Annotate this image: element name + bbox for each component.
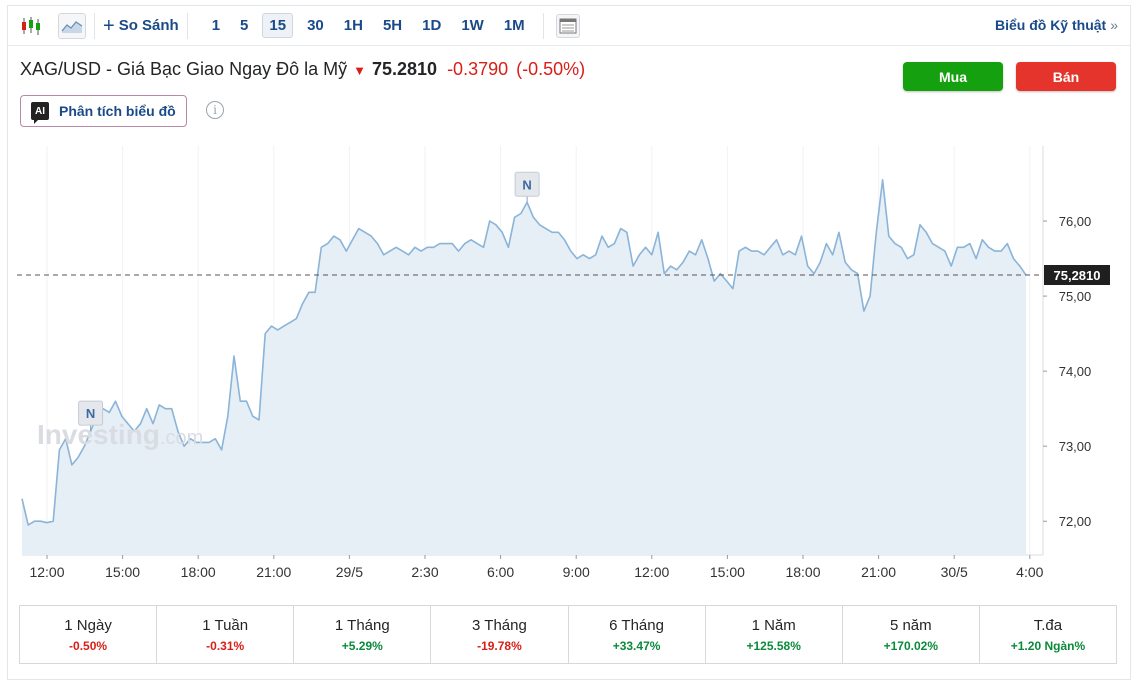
instrument-header: XAG/USD - Giá Bạc Giao Ngay Đô la Mỹ ▼ 7… (20, 59, 585, 80)
y-tick-label: 73,00 (1059, 439, 1092, 454)
performance-change: -0.31% (206, 638, 245, 653)
sell-button[interactable]: Bán (1016, 62, 1116, 91)
x-tick-label: 30/5 (941, 564, 968, 580)
technical-chart-label: Biểu đồ Kỹ thuật (994, 17, 1107, 33)
plus-icon: + (103, 14, 115, 37)
compare-button[interactable]: + So Sánh (103, 16, 179, 36)
toolbar-divider (186, 12, 188, 39)
x-tick-label: 29/5 (336, 564, 363, 580)
watermark-logo: Investing.com (37, 419, 203, 450)
price-change-percent: (-0.50%) (516, 59, 586, 79)
performance-cell[interactable]: 1 Tháng +5.29% (294, 606, 432, 663)
interval-selector: 1 5 15 30 1H 5H 1D 1W 1M (202, 13, 535, 38)
ai-chart-analysis-button[interactable]: AI Phân tích biểu đồ (20, 95, 187, 127)
interval-30[interactable]: 30 (301, 14, 330, 37)
interval-1h[interactable]: 1H (338, 14, 369, 37)
x-tick-label: 15:00 (105, 564, 140, 580)
performance-cell[interactable]: 1 Năm +125.58% (706, 606, 843, 663)
price-change: -0.3790 (447, 59, 509, 79)
news-marker-label: N (522, 177, 531, 192)
performance-cell[interactable]: 6 Tháng +33.47% (569, 606, 706, 663)
chart-toolbar: + So Sánh 1 5 15 30 1H 5H 1D 1W 1M Biểu đồ Kỹ th… (8, 6, 1130, 46)
interval-1[interactable]: 1 (206, 14, 226, 37)
x-tick-label: 12:00 (634, 564, 669, 580)
performance-period: 1 Ngày (64, 616, 112, 634)
performance-cell[interactable]: T.đa +1.20 Ngàn% (980, 606, 1116, 663)
technical-chart-link[interactable]: Biểu đồ Kỹ thuật» (995, 17, 1118, 33)
x-tick-label: 18:00 (181, 564, 216, 580)
x-tick-label: 6:00 (487, 564, 514, 580)
x-tick-label: 21:00 (256, 564, 291, 580)
performance-change: -0.50% (69, 638, 108, 653)
layout-icon[interactable] (555, 13, 580, 38)
x-tick-label: 12:00 (29, 564, 64, 580)
performance-change: +125.58% (746, 638, 801, 653)
interval-5h[interactable]: 5H (377, 14, 408, 37)
x-tick-label: 21:00 (861, 564, 896, 580)
buy-button[interactable]: Mua (903, 62, 1003, 91)
area-chart-icon[interactable] (58, 12, 86, 39)
y-tick-label: 74,00 (1059, 364, 1092, 379)
y-tick-label: 76,00 (1059, 214, 1092, 229)
x-tick-label: 4:00 (1016, 564, 1043, 580)
interval-5[interactable]: 5 (234, 14, 254, 37)
performance-cell[interactable]: 5 năm +170.02% (843, 606, 980, 663)
info-icon[interactable]: i (206, 101, 224, 119)
news-marker-label: N (86, 406, 95, 421)
performance-cell[interactable]: 1 Tuần -0.31% (157, 606, 295, 663)
performance-change: -19.78% (477, 638, 522, 653)
current-price-label: 75,2810 (1054, 268, 1101, 283)
performance-period: 3 Tháng (472, 616, 527, 634)
performance-period: T.đa (1033, 616, 1063, 634)
x-tick-label: 18:00 (785, 564, 820, 580)
interval-1m[interactable]: 1M (498, 14, 531, 37)
performance-change: +33.47% (612, 638, 661, 653)
compare-label: So Sánh (118, 17, 179, 34)
x-tick-label: 2:30 (411, 564, 438, 580)
ai-icon: AI (31, 102, 49, 124)
interval-15[interactable]: 15 (262, 13, 294, 38)
ai-analysis-label: Phân tích biểu đồ (59, 103, 176, 119)
candlestick-icon[interactable] (16, 13, 46, 39)
performance-period: 1 Năm (751, 616, 796, 634)
x-tick-label: 9:00 (563, 564, 590, 580)
double-chevron-right-icon: » (1110, 17, 1118, 33)
performance-change: +1.20 Ngàn% (1010, 638, 1086, 653)
interval-1w[interactable]: 1W (455, 14, 490, 37)
performance-period: 1 Tháng (334, 616, 390, 634)
performance-period: 5 năm (889, 616, 932, 634)
performance-period: 6 Tháng (609, 616, 664, 634)
performance-cell[interactable]: 3 Tháng -19.78% (431, 606, 569, 663)
instrument-title: XAG/USD - Giá Bạc Giao Ngay Đô la Mỹ (20, 59, 348, 79)
toolbar-divider (542, 12, 544, 39)
arrow-down-icon: ▼ (353, 63, 366, 78)
y-tick-label: 75,00 (1059, 289, 1092, 304)
chart-canvas: Investing.com 75,2810 72,00 73,00 74,00 75,00… (17, 146, 1110, 580)
performance-table: 1 Ngày -0.50% 1 Tuần -0.31% 1 Tháng +5.29% 3 T… (19, 605, 1117, 664)
x-tick-label: 15:00 (710, 564, 745, 580)
last-price: 75.2810 (371, 59, 438, 79)
y-tick-label: 72,00 (1059, 514, 1092, 529)
performance-change: +5.29% (341, 638, 383, 653)
performance-cell[interactable]: 1 Ngày -0.50% (20, 606, 158, 663)
interval-1d[interactable]: 1D (416, 14, 447, 37)
toolbar-divider (94, 12, 95, 39)
performance-period: 1 Tuần (202, 616, 249, 634)
performance-change: +170.02% (883, 638, 938, 653)
price-chart[interactable]: Investing.com 75,2810 72,00 73,00 74,00 75,00… (7, 138, 1131, 593)
